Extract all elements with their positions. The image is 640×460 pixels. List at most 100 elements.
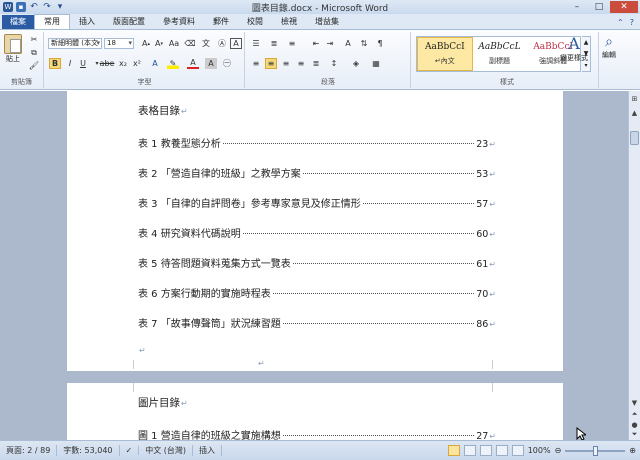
subscript-icon[interactable]: x₂ (117, 58, 129, 69)
style-normal[interactable]: AaBbCcI ↵內文 (417, 37, 473, 71)
show-formatting-icon[interactable]: ¶ (374, 38, 386, 49)
sort-icon[interactable]: ⇅ (358, 38, 370, 49)
vertical-scrollbar[interactable]: ⊞ ▲ ▼ ⏶ ● ⏷ (628, 91, 640, 440)
grow-font-icon[interactable]: A ▴ (140, 38, 152, 49)
word-count[interactable]: 字數: 53,040 (57, 445, 120, 456)
tab-home[interactable]: 常用 (34, 14, 70, 29)
chinese-layout-icon[interactable]: A (342, 38, 354, 49)
superscript-icon[interactable]: x² (131, 58, 143, 69)
toc-entry[interactable]: 表 5 待答問題資料蒐集方式一覽表 61 ↵ (138, 255, 496, 270)
next-page-icon[interactable]: ⏷ (629, 429, 640, 440)
insert-mode[interactable]: 插入 (193, 445, 223, 456)
justify-icon[interactable]: ≡ (295, 58, 307, 69)
highlight-icon[interactable]: ✎ (167, 58, 179, 69)
full-screen-reading-icon[interactable] (463, 445, 476, 456)
zoom-slider[interactable] (565, 445, 626, 456)
toc-entry-label: 表 5 待答問題資料蒐集方式一覽表 (138, 259, 291, 270)
paste-label: 貼上 (6, 55, 20, 63)
cut-icon[interactable]: ✂ (28, 34, 40, 45)
italic-icon[interactable]: I (64, 58, 76, 69)
zoom-in-icon[interactable]: ⊕ (629, 446, 636, 455)
font-name-combo[interactable]: 新細明體 (本文 (48, 38, 102, 49)
tab-review[interactable]: 校閱 (238, 15, 272, 29)
toc-entry[interactable]: 表 6 方案行動期的實施時程表 70 ↵ (138, 285, 496, 300)
clear-formatting-icon[interactable]: ⌫ (184, 38, 196, 49)
tab-insert[interactable]: 插入 (70, 15, 104, 29)
page-count[interactable]: 頁面: 2 / 89 (0, 445, 58, 456)
toc-entry[interactable]: 表 3 「自律的自評問卷」參考專家意見及修正情形 57 ↵ (138, 195, 496, 210)
line-spacing-icon[interactable]: ↕ (328, 58, 340, 69)
web-layout-icon[interactable] (479, 445, 492, 456)
align-center-icon[interactable]: ≡ (265, 58, 277, 69)
tab-page-layout[interactable]: 版面配置 (104, 15, 154, 29)
zoom-level[interactable]: 100% (528, 446, 551, 455)
scroll-down-icon[interactable]: ▼ (629, 397, 640, 408)
ruler-toggle-icon[interactable]: ⊞ (629, 93, 640, 104)
window-title: 圖表目錄.docx - Microsoft Word (251, 3, 389, 14)
character-border-icon[interactable]: A (230, 38, 242, 49)
distributed-icon[interactable]: ≣ (310, 58, 322, 69)
maximize-button[interactable]: □ (588, 1, 610, 13)
decrease-indent-icon[interactable]: ⇤ (310, 38, 322, 49)
bullets-icon[interactable]: ☰ (250, 38, 262, 49)
tab-mailings[interactable]: 郵件 (204, 15, 238, 29)
strikethrough-icon[interactable]: abe (100, 58, 115, 69)
toc-entry[interactable]: 表 7 「故事傳聲筒」狀況練習題 86 ↵ (138, 315, 496, 330)
font-size-combo[interactable]: 18 (104, 38, 134, 49)
customize-qat-icon[interactable]: ▾ (55, 2, 65, 12)
bold-icon[interactable]: B (49, 58, 61, 69)
multilevel-list-icon[interactable]: ≡ (286, 38, 298, 49)
outline-view-icon[interactable] (495, 445, 508, 456)
align-right-icon[interactable]: ≡ (280, 58, 292, 69)
copy-icon[interactable]: ⧉ (28, 47, 40, 58)
undo-icon[interactable]: ↶ (29, 2, 39, 12)
change-case-icon[interactable]: Aa (168, 38, 180, 49)
format-painter-icon[interactable]: 🖌 (28, 60, 40, 71)
close-button[interactable]: ✕ (610, 1, 638, 13)
tab-file[interactable]: 檔案 (2, 15, 34, 29)
scroll-up-icon[interactable]: ▲ (629, 107, 640, 118)
zoom-slider-thumb[interactable] (593, 445, 599, 456)
enclose-characters-icon[interactable]: Ⓐ (216, 38, 228, 49)
help-icon[interactable]: ? (630, 18, 634, 27)
toc-entry[interactable]: 表 1 教養型態分析 23 ↵ (138, 135, 496, 150)
text-effects-icon[interactable]: A (149, 58, 161, 69)
tab-references[interactable]: 參考資料 (154, 15, 204, 29)
enclosed-char-icon[interactable]: ㊀ (221, 58, 233, 69)
zoom-out-icon[interactable]: ⊖ (555, 446, 562, 455)
tab-view[interactable]: 檢視 (272, 15, 306, 29)
increase-indent-icon[interactable]: ⇥ (324, 38, 336, 49)
toc-entry[interactable]: 表 2 「營造自律的班級」之教學方案 53 ↵ (138, 165, 496, 180)
toc-leader (282, 323, 475, 324)
minimize-ribbon-icon[interactable]: ⌃ (617, 18, 624, 27)
minimize-button[interactable]: – (566, 1, 588, 13)
borders-icon[interactable]: ▦ (370, 58, 382, 69)
redo-icon[interactable]: ↷ (42, 2, 52, 12)
word-app-icon[interactable]: W (3, 2, 13, 12)
phonetic-guide-icon[interactable]: 文 (200, 38, 212, 49)
align-left-icon[interactable]: ≡ (250, 58, 262, 69)
paste-button[interactable]: 貼上 (4, 34, 22, 64)
shading-icon[interactable]: ◈ (350, 58, 362, 69)
proofing-icon[interactable]: ✓ (120, 446, 140, 455)
figure-toc-heading: 圖片目錄↵ (138, 397, 188, 409)
mouse-pointer-icon (576, 427, 586, 440)
document-area[interactable]: 表格目錄↵ 表 1 教養型態分析 23 ↵ 表 2 「營造自律的班級」之教學方案 … (0, 91, 628, 440)
print-layout-view-icon[interactable] (447, 445, 460, 456)
numbering-icon[interactable]: ≣ (268, 38, 280, 49)
style-name: 副標題 (489, 57, 510, 65)
language[interactable]: 中文 (台灣) (139, 445, 194, 456)
save-icon[interactable]: ▪ (16, 2, 26, 12)
change-styles-button[interactable]: A 變更樣式 (560, 34, 588, 63)
scroll-thumb[interactable] (630, 131, 639, 145)
shrink-font-icon[interactable]: A ▾ (153, 38, 165, 49)
underline-icon[interactable]: U (77, 58, 89, 69)
toc-entry[interactable]: 表 4 研究資料代碼說明 60 ↵ (138, 225, 496, 240)
toc-entry[interactable]: 圖 1 營造自律的班級之實施構想 27 ↵ (138, 427, 496, 440)
draft-view-icon[interactable] (511, 445, 524, 456)
editing-button[interactable]: ⌕ 編輯 (602, 34, 616, 60)
font-color-icon[interactable]: A (187, 58, 199, 69)
style-subtitle[interactable]: AaBbCcL 副標題 (473, 37, 527, 71)
character-shading-icon[interactable]: A (205, 58, 217, 69)
tab-addins[interactable]: 增益集 (306, 15, 348, 29)
